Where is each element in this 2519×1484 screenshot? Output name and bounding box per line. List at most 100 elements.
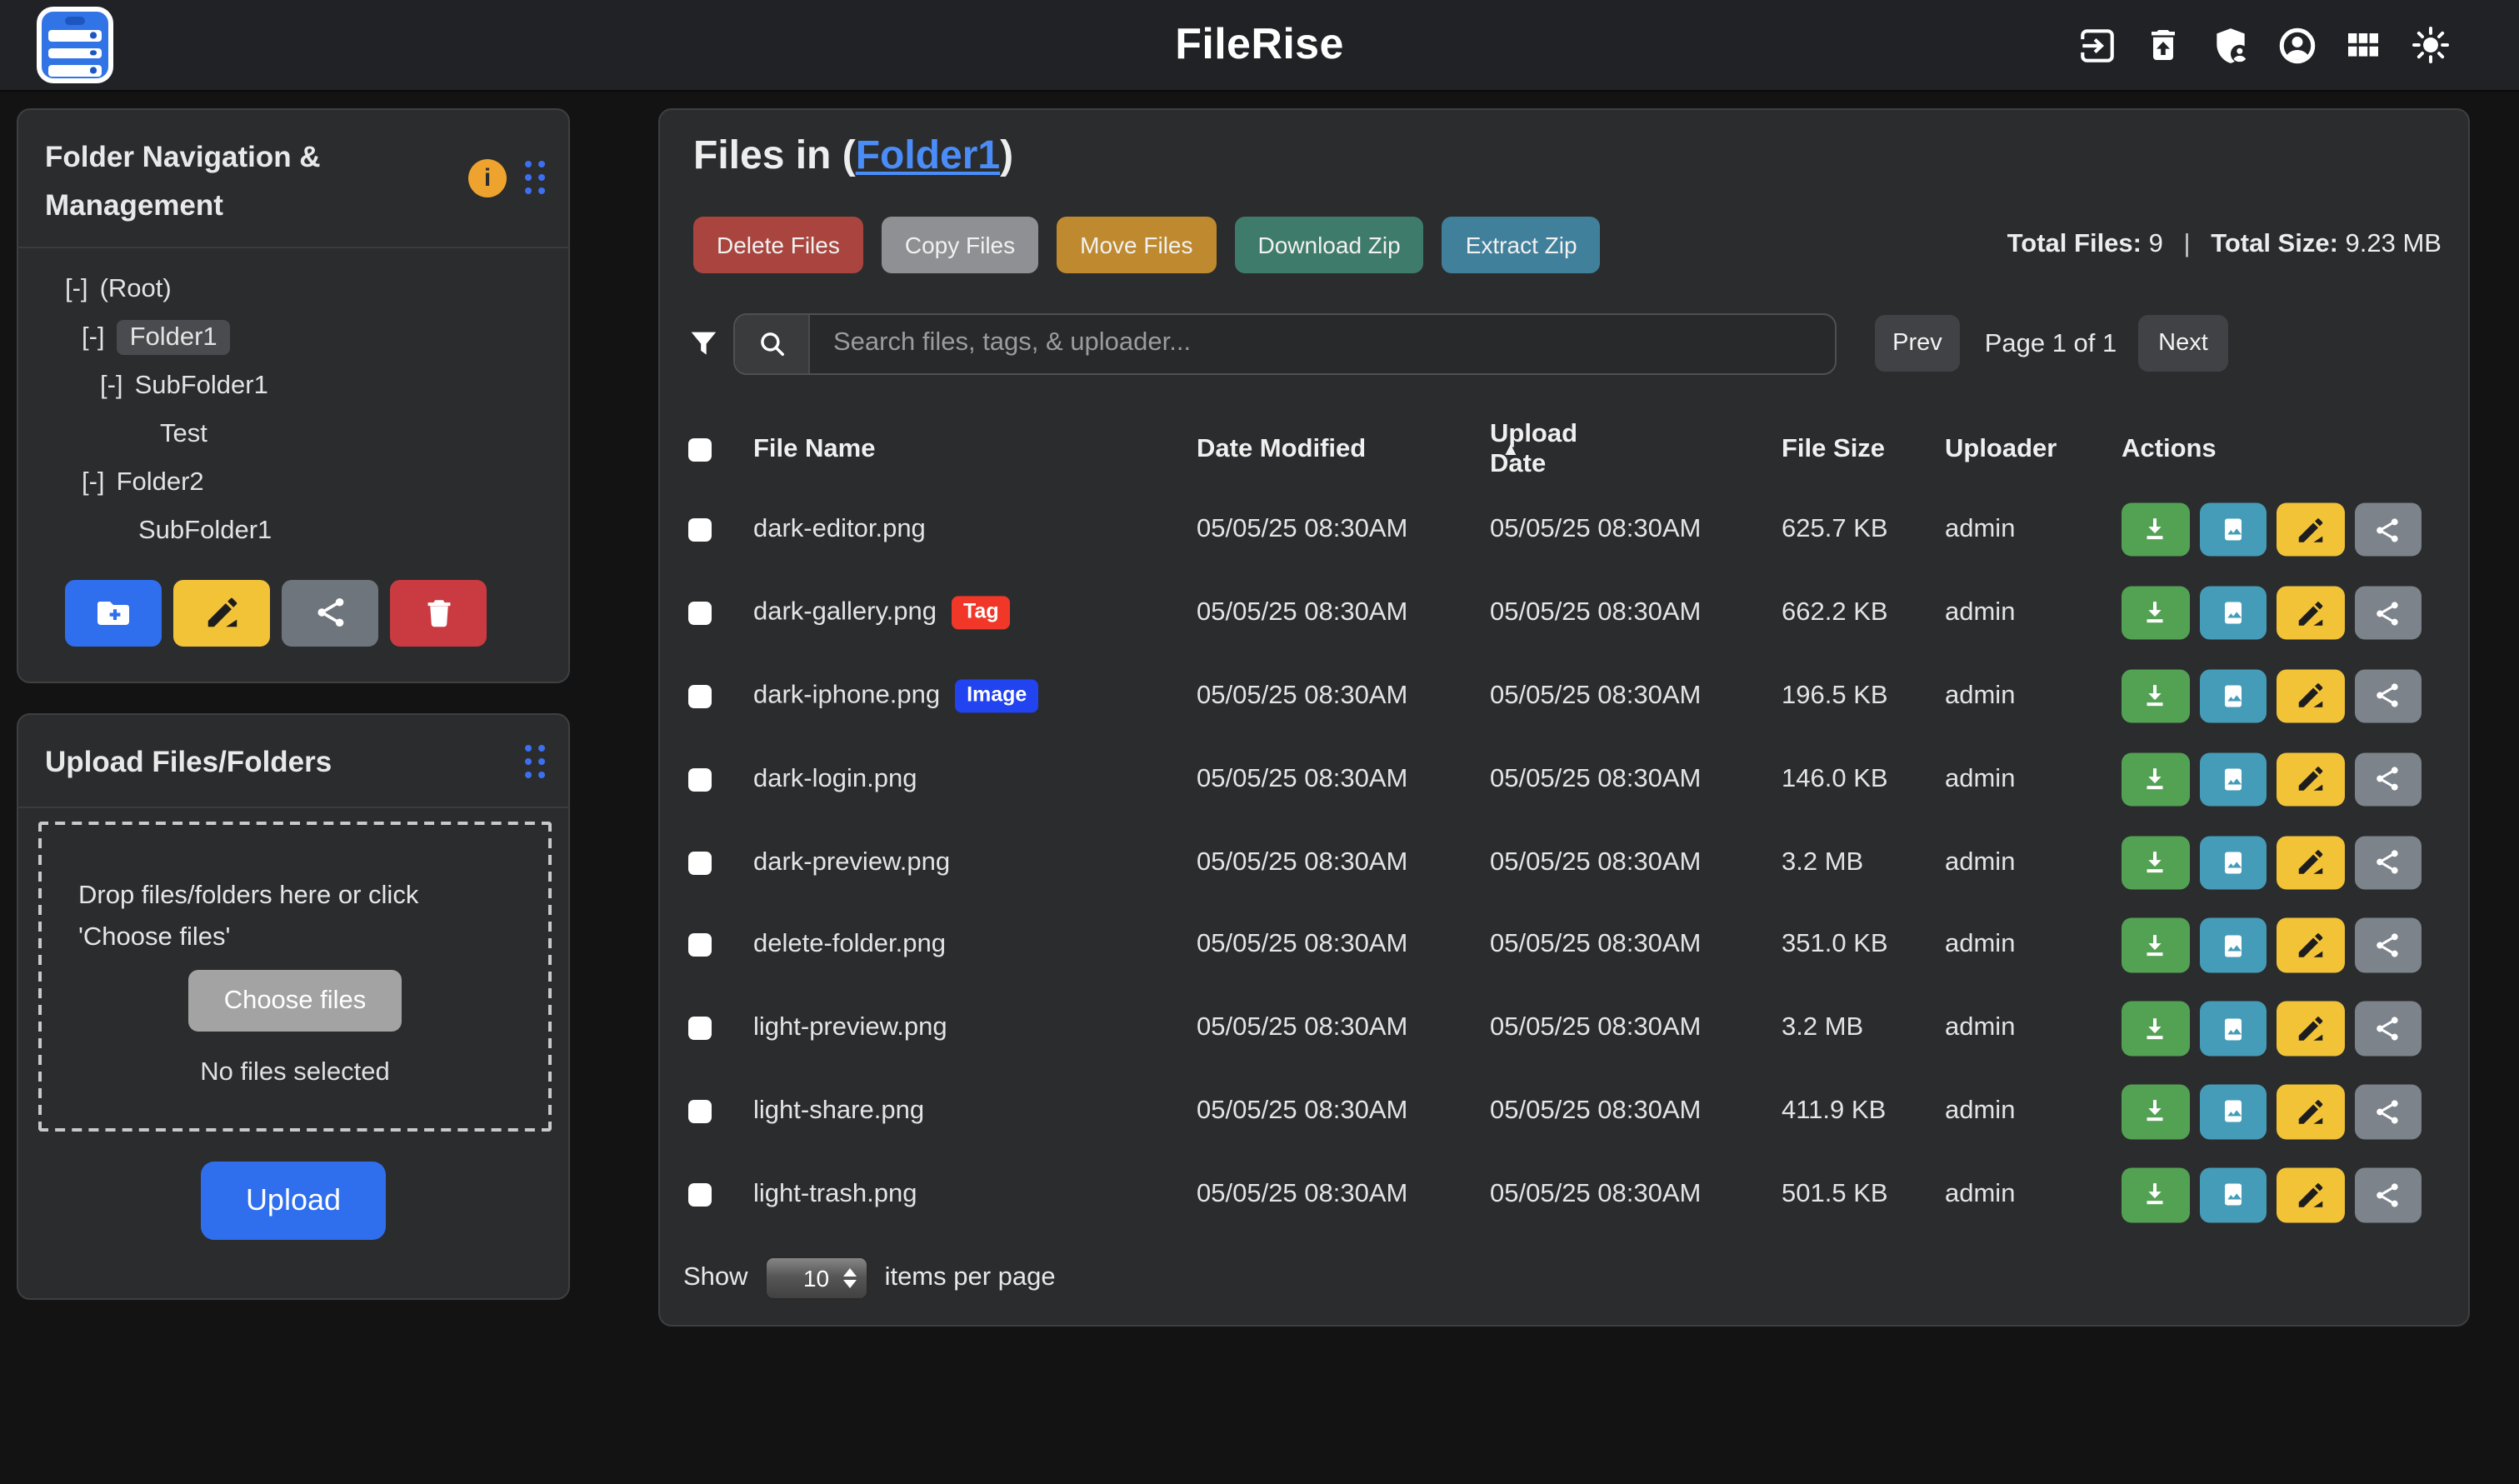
preview-button[interactable] [2199, 1002, 2267, 1056]
download-button[interactable] [2122, 1085, 2189, 1139]
download-button[interactable] [2122, 586, 2189, 640]
share-button[interactable] [2354, 502, 2422, 557]
rename-button[interactable] [2277, 918, 2344, 972]
filter-icon[interactable] [685, 324, 723, 362]
row-checkbox[interactable] [688, 934, 712, 957]
tree-item-subfolder1[interactable]: [-] SubFolder1 [18, 361, 568, 409]
share-button[interactable] [2354, 836, 2422, 890]
tree-folder-label[interactable]: SubFolder1 [138, 516, 272, 544]
tree-toggle[interactable]: [-] [82, 322, 105, 351]
grid-view-icon[interactable] [2342, 24, 2384, 66]
file-name[interactable]: light-preview.png [753, 1014, 947, 1044]
preview-button[interactable] [2199, 752, 2267, 807]
file-name[interactable]: light-trash.png [753, 1180, 917, 1210]
items-per-page-select[interactable]: 10 [765, 1256, 868, 1299]
file-drop-zone[interactable]: Drop files/folders here or click 'Choose… [38, 822, 552, 1132]
preview-button[interactable] [2199, 502, 2267, 557]
row-checkbox[interactable] [688, 1017, 712, 1041]
select-all-checkbox[interactable] [688, 437, 712, 461]
row-checkbox[interactable] [688, 602, 712, 625]
column-file-name[interactable]: File Name [753, 434, 875, 464]
extract-zip-button[interactable]: Extract Zip [1442, 216, 1601, 272]
column-date-modified[interactable]: Date Modified [1197, 434, 1366, 464]
move-files-button[interactable]: Move Files [1057, 216, 1216, 272]
preview-button[interactable] [2199, 836, 2267, 890]
file-name[interactable]: light-share.png [753, 1097, 924, 1127]
drag-handle-icon[interactable] [525, 161, 545, 194]
preview-button[interactable] [2199, 1168, 2267, 1222]
stepper-arrows-icon[interactable] [843, 1257, 857, 1297]
share-button[interactable] [2354, 669, 2422, 723]
rename-button[interactable] [2277, 1085, 2344, 1139]
tree-item-folder2[interactable]: [-]Folder2 [18, 457, 568, 506]
row-checkbox[interactable] [688, 684, 712, 707]
download-button[interactable] [2122, 918, 2189, 972]
tree-folder-label[interactable]: SubFolder1 [135, 371, 268, 399]
tree-item-folder1[interactable]: [-] Folder1 [18, 312, 568, 361]
column-uploader[interactable]: Uploader [1945, 434, 2057, 464]
copy-files-button[interactable]: Copy Files [882, 216, 1038, 272]
file-name[interactable]: dark-editor.png [753, 515, 926, 545]
rename-button[interactable] [2277, 1168, 2344, 1222]
tree-toggle[interactable]: [-] [65, 274, 88, 302]
delete-files-button[interactable]: Delete Files [693, 216, 863, 272]
tree-item-root[interactable]: [-] (Root) [18, 264, 568, 312]
choose-files-button[interactable]: Choose files [188, 970, 402, 1032]
rename-button[interactable] [2277, 1002, 2344, 1056]
download-button[interactable] [2122, 502, 2189, 557]
file-name[interactable]: dark-gallery.png [753, 598, 937, 628]
column-file-size[interactable]: File Size [1782, 434, 1885, 464]
tree-folder-label[interactable]: (Root) [100, 274, 172, 302]
rename-button[interactable] [2277, 502, 2344, 557]
admin-shield-icon[interactable] [2209, 24, 2251, 66]
search-icon[interactable] [735, 314, 810, 372]
rename-button[interactable] [2277, 586, 2344, 640]
preview-button[interactable] [2199, 586, 2267, 640]
preview-button[interactable] [2199, 1085, 2267, 1139]
tree-item-test[interactable]: Test [18, 409, 568, 457]
delete-folder-button[interactable] [390, 579, 487, 646]
next-page-button[interactable]: Next [2138, 315, 2228, 372]
tree-toggle[interactable]: [-] [82, 467, 105, 496]
upload-button[interactable]: Upload [201, 1162, 386, 1240]
row-checkbox[interactable] [688, 767, 712, 791]
tree-folder-label[interactable]: Test [160, 419, 207, 447]
tree-item-subfolder1[interactable]: SubFolder1 [18, 506, 568, 554]
file-name[interactable]: dark-iphone.png [753, 681, 940, 711]
download-button[interactable] [2122, 752, 2189, 807]
download-button[interactable] [2122, 669, 2189, 723]
row-checkbox[interactable] [688, 851, 712, 874]
share-button[interactable] [2354, 918, 2422, 972]
share-button[interactable] [2354, 1168, 2422, 1222]
rename-button[interactable] [2277, 836, 2344, 890]
preview-button[interactable] [2199, 918, 2267, 972]
logout-icon[interactable] [2076, 24, 2117, 66]
light-mode-icon[interactable] [2409, 24, 2451, 66]
file-name[interactable]: delete-folder.png [753, 931, 946, 961]
current-folder-link[interactable]: Folder1 [856, 132, 1000, 177]
account-icon[interactable] [2276, 24, 2317, 66]
rename-button[interactable] [2277, 752, 2344, 807]
share-button[interactable] [2354, 752, 2422, 807]
rename-button[interactable] [2277, 669, 2344, 723]
restore-trash-icon[interactable] [2142, 24, 2184, 66]
share-button[interactable] [2354, 1002, 2422, 1056]
create-folder-button[interactable] [65, 579, 162, 646]
file-name[interactable]: dark-login.png [753, 764, 917, 794]
search-input[interactable] [810, 314, 1835, 372]
tree-toggle[interactable]: [-] [100, 371, 123, 399]
rename-folder-button[interactable] [173, 579, 270, 646]
download-button[interactable] [2122, 1002, 2189, 1056]
file-name[interactable]: dark-preview.png [753, 847, 950, 877]
prev-page-button[interactable]: Prev [1875, 315, 1960, 372]
drag-handle-icon[interactable] [525, 744, 545, 777]
share-folder-button[interactable] [282, 579, 378, 646]
download-button[interactable] [2122, 1168, 2189, 1222]
preview-button[interactable] [2199, 669, 2267, 723]
download-button[interactable] [2122, 836, 2189, 890]
info-icon[interactable]: i [468, 158, 507, 197]
row-checkbox[interactable] [688, 1100, 712, 1123]
tree-folder-label[interactable]: Folder1 [117, 319, 231, 354]
row-checkbox[interactable] [688, 518, 712, 542]
share-button[interactable] [2354, 1085, 2422, 1139]
